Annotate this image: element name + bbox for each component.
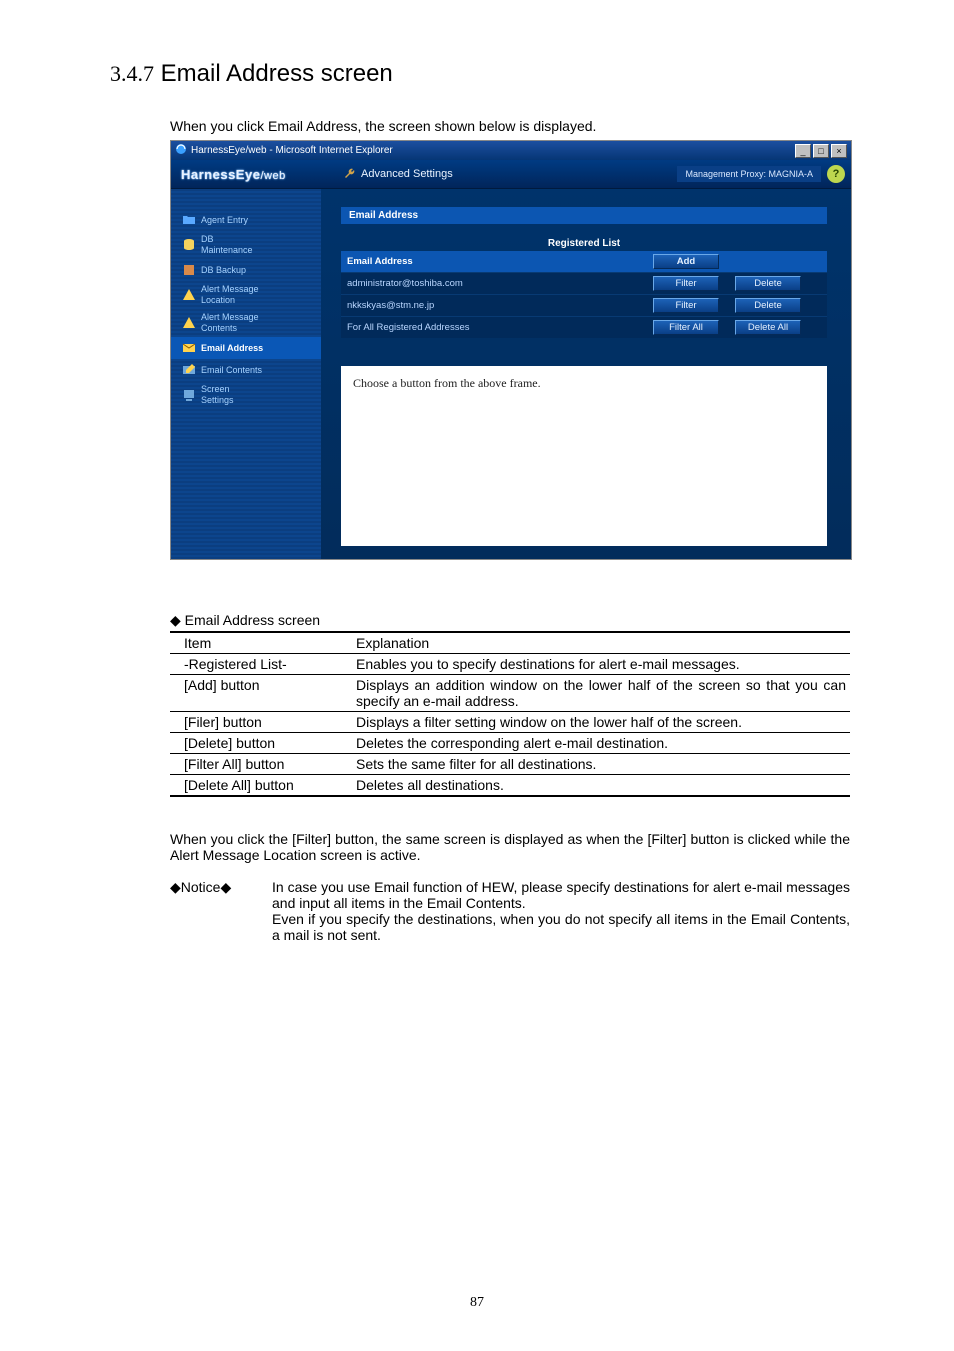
table-row: [Filer] buttonDisplays a filter setting … bbox=[170, 712, 850, 733]
page-number: 87 bbox=[0, 1295, 954, 1311]
folder-icon bbox=[181, 212, 197, 228]
delete-button[interactable]: Delete bbox=[735, 298, 801, 313]
registered-list-table: Email Address Add administrator@toshiba.… bbox=[341, 251, 827, 338]
ie-icon bbox=[175, 143, 187, 158]
advanced-settings-link[interactable]: Advanced Settings bbox=[329, 167, 453, 181]
footer-label: For All Registered Addresses bbox=[341, 317, 647, 339]
explanation-table: Item Explanation -Registered List-Enable… bbox=[170, 631, 850, 797]
sidebar-item-email-contents[interactable]: Email Contents bbox=[171, 359, 321, 381]
cell-item: [Filter All] button bbox=[170, 754, 348, 775]
window-minimize-button[interactable]: _ bbox=[795, 144, 811, 158]
brand-sub: /web bbox=[260, 170, 285, 182]
column-header-email: Email Address bbox=[341, 251, 647, 273]
screenshot-window: HarnessEye/web - Microsoft Internet Expl… bbox=[170, 140, 852, 560]
window-titlebar: HarnessEye/web - Microsoft Internet Expl… bbox=[171, 141, 851, 160]
filter-button[interactable]: Filter bbox=[653, 276, 719, 291]
table-row: -Registered List-Enables you to specify … bbox=[170, 654, 850, 675]
cell-item: [Filer] button bbox=[170, 712, 348, 733]
mail-edit-icon bbox=[181, 362, 197, 378]
table-row: [Filter All] buttonSets the same filter … bbox=[170, 754, 850, 775]
sidebar-item-email-address[interactable]: Email Address bbox=[171, 337, 321, 359]
th-explanation: Explanation bbox=[348, 632, 850, 654]
delete-button[interactable]: Delete bbox=[735, 276, 801, 291]
add-button[interactable]: Add bbox=[653, 254, 719, 269]
sidebar-item-alert-location[interactable]: Alert Message Location bbox=[171, 281, 321, 309]
window-maximize-button[interactable]: □ bbox=[813, 144, 829, 158]
cell-item: -Registered List- bbox=[170, 654, 348, 675]
window-title: HarnessEye/web - Microsoft Internet Expl… bbox=[191, 145, 393, 156]
brand-logo: HarnessEye/web bbox=[171, 167, 329, 182]
table-row: [Delete] buttonDeletes the corresponding… bbox=[170, 733, 850, 754]
after-paragraph: When you click the [Filter] button, the … bbox=[170, 831, 850, 863]
email-cell: administrator@toshiba.com bbox=[341, 273, 647, 295]
brand-main: HarnessEye bbox=[181, 167, 260, 182]
sidebar-item-screen-settings[interactable]: Screen Settings bbox=[171, 381, 321, 409]
intro-text: When you click Email Address, the screen… bbox=[170, 118, 844, 134]
lower-frame-text: Choose a button from the above frame. bbox=[353, 376, 541, 390]
sidebar: Agent Entry DB Maintenance DB Backup Ale… bbox=[171, 189, 321, 559]
filter-button[interactable]: Filter bbox=[653, 298, 719, 313]
sidebar-item-label: Screen Settings bbox=[201, 384, 234, 406]
backup-icon bbox=[181, 262, 197, 278]
sidebar-item-label: Alert Message Contents bbox=[201, 312, 259, 334]
cell-exp: Displays a filter setting window on the … bbox=[348, 712, 850, 733]
mail-icon bbox=[181, 340, 197, 356]
cell-exp: Sets the same filter for all destination… bbox=[348, 754, 850, 775]
registered-list-title: Registered List bbox=[341, 236, 827, 251]
app-header: HarnessEye/web Advanced Settings Managem… bbox=[171, 160, 851, 189]
sidebar-item-alert-contents[interactable]: Alert Message Contents bbox=[171, 309, 321, 337]
section-heading: 3.4.7 Email Address screen bbox=[110, 60, 844, 88]
email-cell: nkkskyas@stm.ne.jp bbox=[341, 295, 647, 317]
cell-exp: Deletes all destinations. bbox=[348, 775, 850, 797]
sidebar-item-label: Alert Message Location bbox=[201, 284, 259, 306]
sidebar-item-label: Email Address bbox=[201, 343, 263, 354]
sidebar-item-label: Agent Entry bbox=[201, 215, 248, 226]
wrench-icon bbox=[343, 167, 357, 181]
notice-label: ◆Notice◆ bbox=[170, 879, 272, 943]
advanced-settings-label: Advanced Settings bbox=[361, 168, 453, 180]
management-proxy-label: Management Proxy: MAGNIA-A bbox=[677, 166, 821, 182]
settings-icon bbox=[181, 387, 197, 403]
table-row: administrator@toshiba.com Filter Delete bbox=[341, 273, 827, 295]
help-button[interactable]: ? bbox=[827, 165, 845, 183]
th-item: Item bbox=[170, 632, 348, 654]
alert-icon bbox=[181, 315, 197, 331]
table-row: nkkskyas@stm.ne.jp Filter Delete bbox=[341, 295, 827, 317]
cell-item: [Delete] button bbox=[170, 733, 348, 754]
cell-item: [Add] button bbox=[170, 675, 348, 712]
sidebar-item-label: DB Maintenance bbox=[201, 234, 253, 256]
delete-all-button[interactable]: Delete All bbox=[735, 320, 801, 335]
cell-exp: Deletes the corresponding alert e-mail d… bbox=[348, 733, 850, 754]
table-row-footer: For All Registered Addresses Filter All … bbox=[341, 317, 827, 339]
cell-exp: Enables you to specify destinations for … bbox=[348, 654, 850, 675]
panel-title: Email Address bbox=[341, 207, 827, 224]
table-row: [Add] buttonDisplays an addition window … bbox=[170, 675, 850, 712]
section-title-text: Email Address screen bbox=[161, 60, 393, 87]
sidebar-item-label: DB Backup bbox=[201, 265, 246, 276]
content-area: Email Address Registered List Email Addr… bbox=[321, 189, 851, 559]
lower-frame: Choose a button from the above frame. bbox=[341, 366, 827, 546]
cell-exp: Displays an addition window on the lower… bbox=[348, 675, 850, 712]
notice-block: ◆Notice◆ In case you use Email function … bbox=[170, 879, 850, 943]
sidebar-item-label: Email Contents bbox=[201, 365, 262, 376]
table-caption: ◆ Email Address screen bbox=[170, 612, 844, 629]
section-number: 3.4.7 bbox=[110, 61, 154, 86]
sidebar-item-db-maintenance[interactable]: DB Maintenance bbox=[171, 231, 321, 259]
window-close-button[interactable]: × bbox=[831, 144, 847, 158]
filter-all-button[interactable]: Filter All bbox=[653, 320, 719, 335]
sidebar-item-db-backup[interactable]: DB Backup bbox=[171, 259, 321, 281]
notice-body: In case you use Email function of HEW, p… bbox=[272, 879, 850, 943]
db-icon bbox=[181, 237, 197, 253]
alert-icon bbox=[181, 287, 197, 303]
sidebar-item-agent-entry[interactable]: Agent Entry bbox=[171, 209, 321, 231]
table-row: [Delete All] buttonDeletes all destinati… bbox=[170, 775, 850, 797]
cell-item: [Delete All] button bbox=[170, 775, 348, 797]
